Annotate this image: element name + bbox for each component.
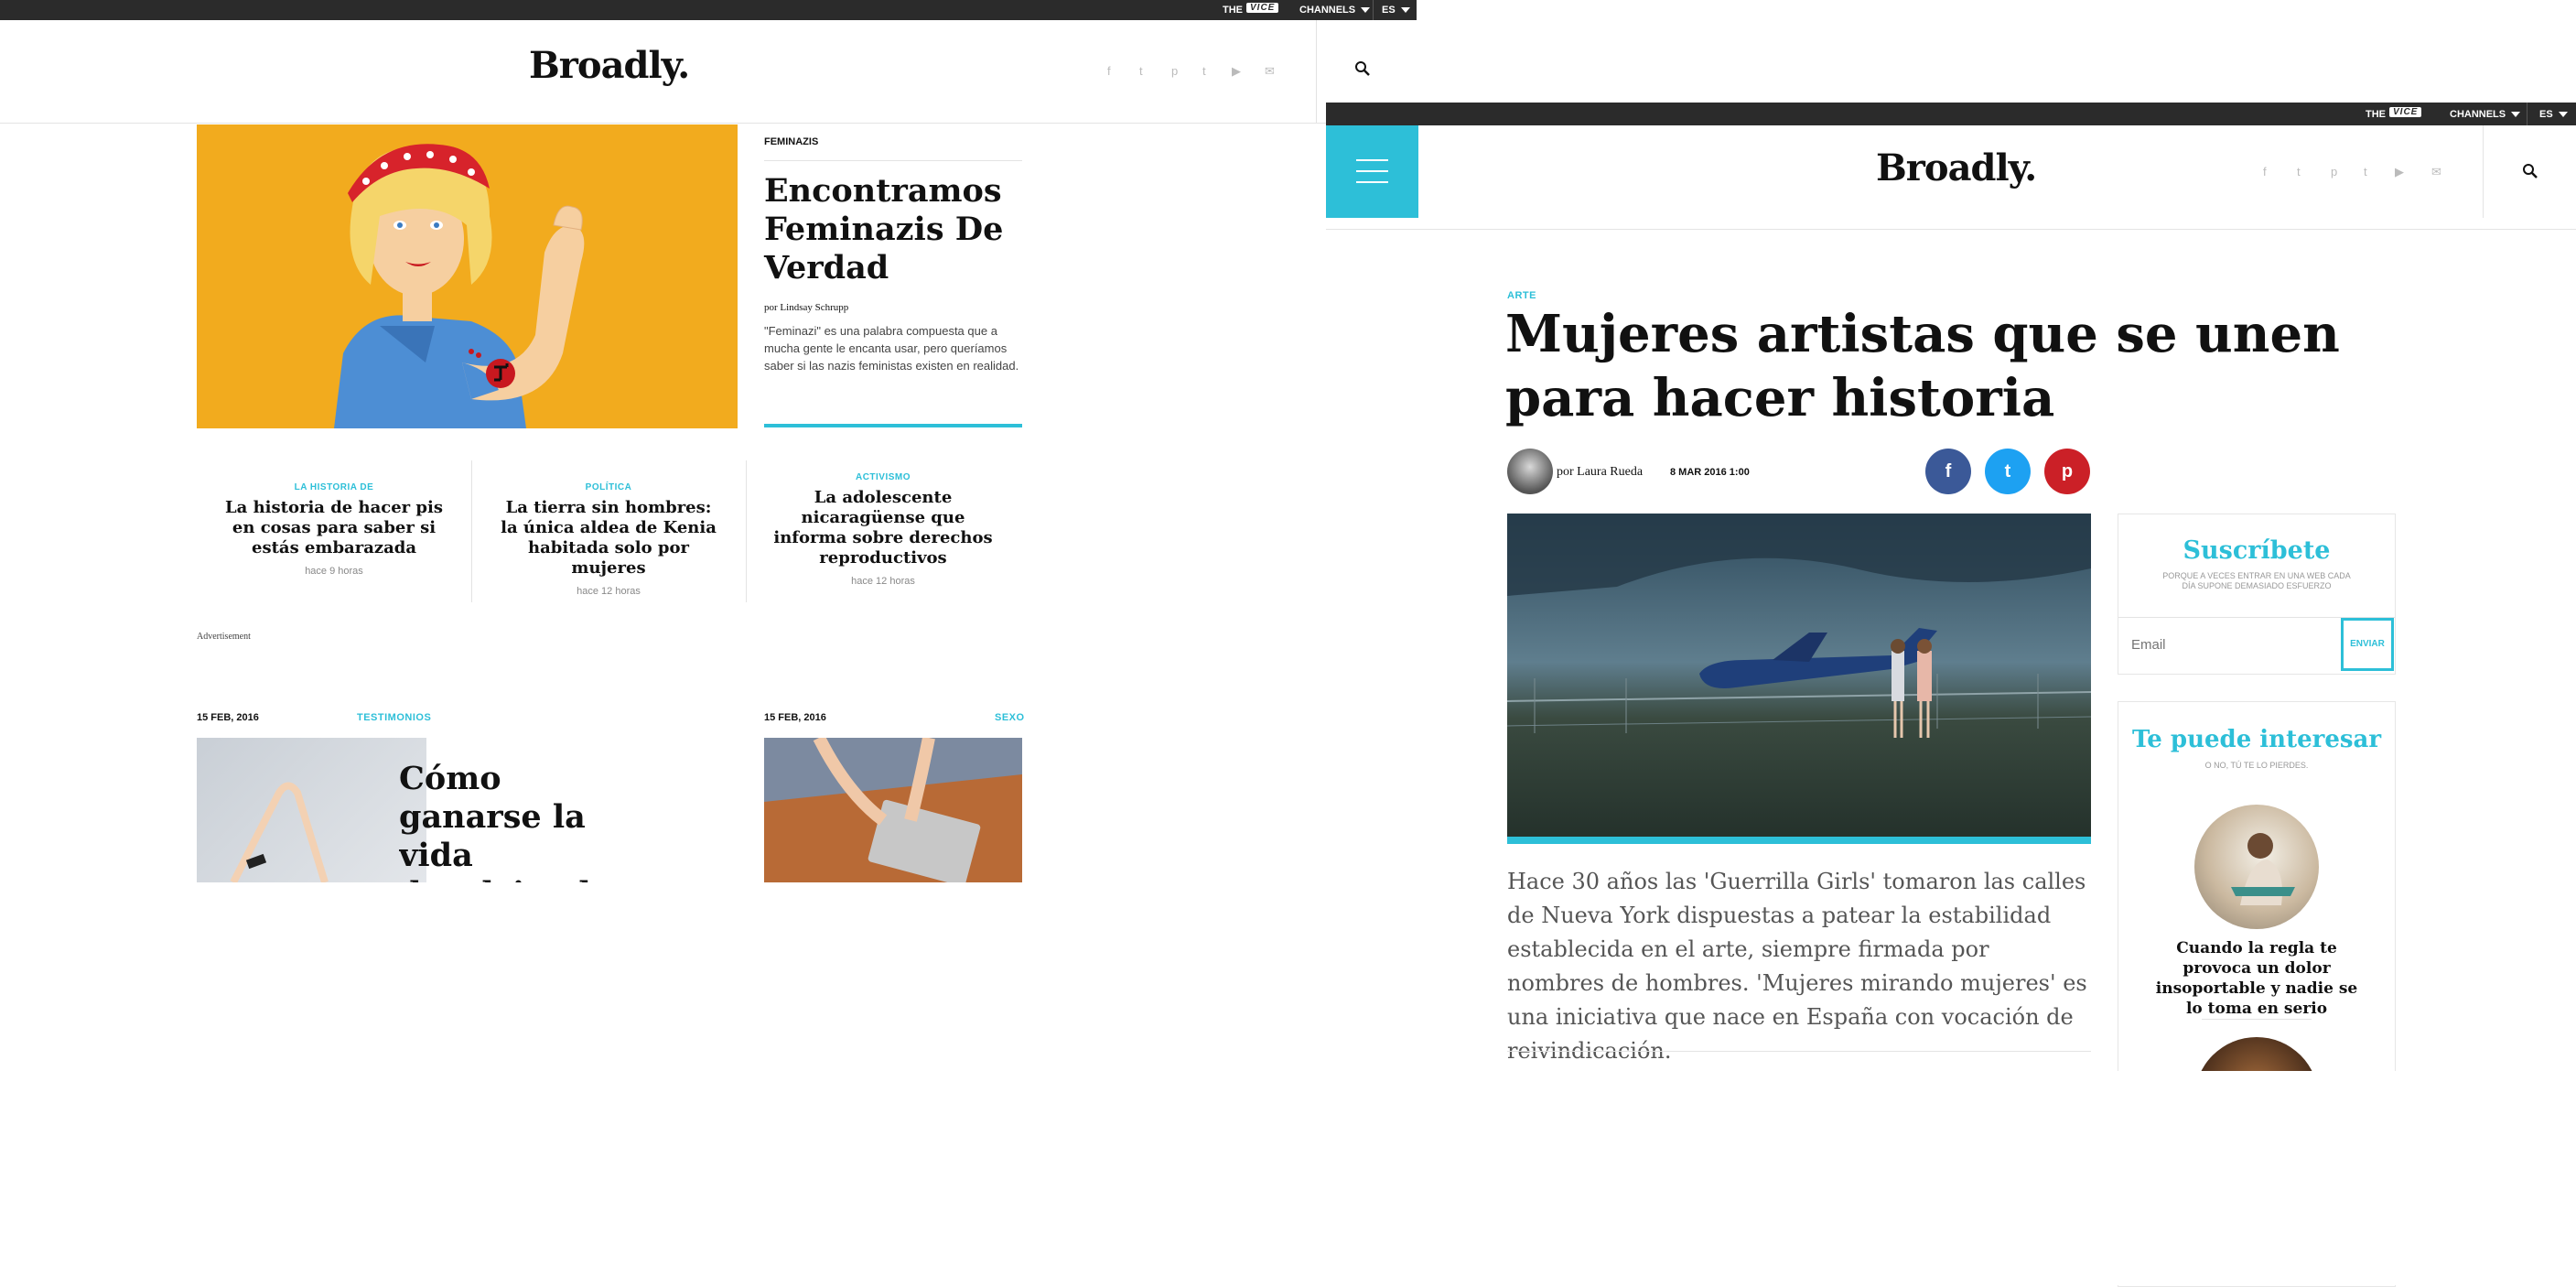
- share-facebook-button[interactable]: f: [1925, 449, 1971, 494]
- pinterest-icon: p: [2061, 461, 2074, 481]
- pinterest-icon[interactable]: p: [2331, 165, 2337, 178]
- card-time: hace 9 horas: [305, 566, 363, 577]
- twitter-icon: t: [2004, 461, 2011, 481]
- facebook-icon[interactable]: f: [1107, 64, 1111, 78]
- vice-the-label: THE: [2366, 109, 2386, 120]
- language-selector[interactable]: ES: [2539, 109, 2568, 120]
- bottom-image-2[interactable]: [764, 738, 1022, 882]
- share-pinterest-button[interactable]: p: [2044, 449, 2090, 494]
- card-2[interactable]: POLÍTICA La tierra sin hombres: la única…: [499, 482, 718, 597]
- left-vice-topbar: THE VICE CHANNELS ES: [0, 0, 1417, 20]
- card-1[interactable]: LA HISTORIA DE La historia de hacer pis …: [224, 482, 444, 577]
- language-label: ES: [2539, 109, 2553, 120]
- advertisement-label: Advertisement: [197, 632, 251, 642]
- article-date: 8 MAR 2016 1:00: [1670, 467, 1750, 478]
- vice-channels-menu[interactable]: CHANNELS: [2450, 109, 2521, 120]
- related-item-title[interactable]: Cuando la regla te provoca un dolor inso…: [2146, 938, 2367, 1019]
- tumblr-icon[interactable]: t: [1202, 64, 1206, 78]
- bottom-category[interactable]: SEXO: [995, 712, 1025, 723]
- featured-image[interactable]: [197, 124, 738, 428]
- vice-logo[interactable]: VICE: [2389, 107, 2422, 117]
- vice-logo[interactable]: VICE: [1246, 3, 1279, 13]
- featured-byline[interactable]: por Lindsay Schrupp: [764, 302, 848, 313]
- chevron-down-icon: [2511, 112, 2521, 118]
- related-title: Te puede interesar: [2131, 726, 2382, 753]
- subscribe-title: Suscríbete: [2183, 536, 2331, 565]
- youtube-icon[interactable]: ▶: [2395, 165, 2404, 179]
- card-time: hace 12 horas: [577, 586, 641, 597]
- channels-label: CHANNELS: [1299, 5, 1356, 16]
- brand-logo[interactable]: Broadly.: [1876, 146, 2037, 189]
- author-avatar[interactable]: [1507, 449, 1553, 494]
- chevron-down-icon: [2558, 112, 2568, 118]
- youtube-icon[interactable]: ▶: [1232, 64, 1241, 79]
- card-category: POLÍTICA: [585, 482, 632, 492]
- featured-excerpt: "Feminazi" es una palabra compuesta que …: [764, 324, 1019, 373]
- facebook-icon: f: [1945, 461, 1952, 481]
- card-title[interactable]: La tierra sin hombres: la única aldea de…: [499, 498, 718, 579]
- menu-button[interactable]: [1326, 125, 1418, 218]
- language-selector[interactable]: ES: [1382, 5, 1410, 16]
- related-subtitle: O NO, TÚ TE LO PIERDES.: [2204, 761, 2309, 770]
- twitter-icon[interactable]: t: [1139, 64, 1143, 78]
- hamburger-icon: [1356, 159, 1388, 183]
- vice-the-label: THE: [1223, 5, 1243, 16]
- card-category: LA HISTORIA DE: [294, 482, 374, 492]
- article-category[interactable]: ARTE: [1507, 290, 1536, 301]
- channels-label: CHANNELS: [2450, 109, 2506, 120]
- brand-logo[interactable]: Broadly.: [529, 44, 690, 87]
- facebook-icon[interactable]: f: [2263, 165, 2267, 178]
- email-icon[interactable]: ✉: [1265, 64, 1275, 79]
- bottom-date: 15 FEB, 2016: [197, 712, 259, 723]
- card-title[interactable]: La historia de hacer pis en cosas para s…: [224, 498, 444, 558]
- tumblr-icon[interactable]: t: [2364, 165, 2367, 178]
- subscribe-submit-button[interactable]: ENVIAR: [2341, 618, 2394, 671]
- subscribe-subtitle: PORQUE A VECES ENTRAR EN UNA WEB CADA DÍ…: [2162, 571, 2351, 590]
- twitter-icon[interactable]: t: [2297, 165, 2301, 178]
- search-button[interactable]: [2522, 163, 2549, 190]
- search-icon: [1355, 61, 1370, 76]
- language-label: ES: [1382, 5, 1396, 16]
- featured-category[interactable]: FEMINAZIS: [764, 136, 818, 147]
- card-3[interactable]: ACTIVISMO La adolescente nicaragüense qu…: [773, 472, 993, 587]
- chevron-down-icon: [1400, 7, 1410, 14]
- email-icon[interactable]: ✉: [2431, 165, 2441, 179]
- card-time: hace 12 horas: [851, 576, 915, 587]
- bottom-category[interactable]: TESTIMONIOS: [357, 712, 431, 723]
- email-field[interactable]: [2118, 618, 2338, 671]
- pinterest-icon[interactable]: p: [1171, 64, 1178, 78]
- vice-channels-menu[interactable]: CHANNELS: [1299, 5, 1371, 16]
- subscribe-button-label: ENVIAR: [2350, 639, 2385, 649]
- author-name[interactable]: por Laura Rueda: [1557, 465, 1643, 480]
- search-icon: [2523, 164, 2538, 178]
- search-button[interactable]: [1354, 60, 1382, 88]
- bottom-image-1[interactable]: [197, 738, 426, 882]
- related-item-image[interactable]: [2194, 805, 2319, 929]
- card-category: ACTIVISMO: [855, 472, 911, 482]
- bottom-date: 15 FEB, 2016: [764, 712, 826, 723]
- featured-title[interactable]: Encontramos Feminazis De Verdad: [764, 172, 1011, 287]
- share-twitter-button[interactable]: t: [1985, 449, 2031, 494]
- article-title: Mujeres artistas que se unen para hacer …: [1505, 304, 2340, 428]
- article-lede: Hace 30 años las 'Guerrilla Girls' tomar…: [1507, 869, 2087, 1064]
- card-title[interactable]: La adolescente nicaragüense que informa …: [773, 488, 993, 568]
- bottom-title-1[interactable]: Cómo ganarse la vida devolviendo: [399, 760, 646, 882]
- chevron-down-icon: [1361, 7, 1371, 14]
- article-hero-image: [1507, 514, 2091, 844]
- subscribe-panel: Suscríbete PORQUE A VECES ENTRAR EN UNA …: [2118, 514, 2396, 675]
- right-vice-topbar: THE VICE CHANNELS ES: [1326, 103, 2576, 125]
